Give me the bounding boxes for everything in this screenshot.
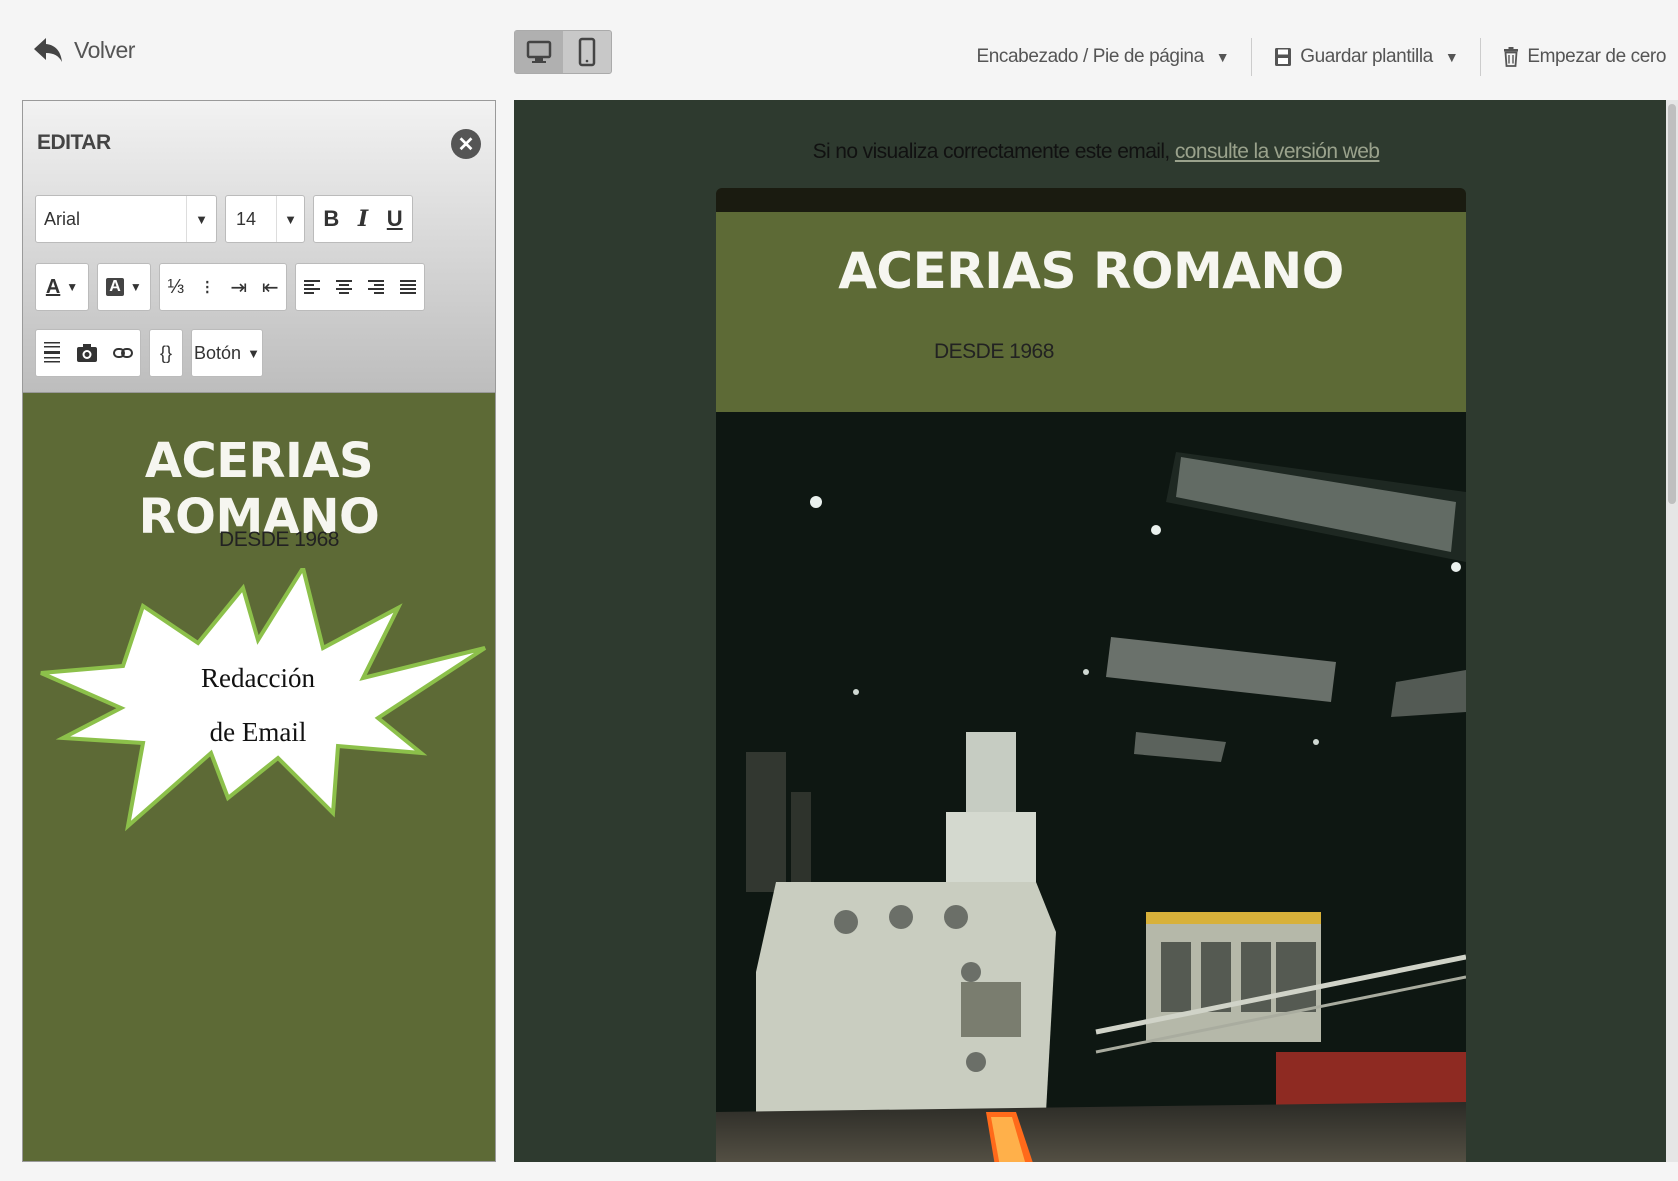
text-color-button[interactable]: A ▼	[35, 263, 89, 311]
chevron-down-icon: ▼	[186, 196, 216, 242]
alignment-group	[295, 263, 425, 311]
merge-tags-button[interactable]: {}	[149, 329, 183, 377]
close-icon: ✕	[457, 133, 475, 156]
braces-icon: {}	[159, 342, 173, 363]
outdent-icon[interactable]: ⇤	[255, 275, 285, 300]
start-over-button[interactable]: Empezar de cero	[1481, 46, 1678, 68]
align-right-icon[interactable]	[366, 277, 386, 297]
callout-line-1: Redacción	[201, 663, 315, 693]
insert-group	[35, 329, 141, 377]
web-version-note: Si no visualiza correctamente este email…	[514, 140, 1678, 164]
back-button[interactable]: Volver	[32, 34, 135, 66]
save-template-dropdown[interactable]: Guardar plantilla ▼	[1252, 46, 1480, 68]
button-dropdown-label: Botón	[194, 342, 242, 363]
device-toggle	[514, 30, 612, 74]
indent-icon[interactable]: ⇥	[224, 275, 254, 300]
email-header-block[interactable]: ACERIAS ROMANO DESDE 1968	[716, 212, 1466, 412]
chevron-down-icon: ▼	[276, 196, 304, 242]
background-color-button[interactable]: A ▼	[97, 263, 151, 311]
header-footer-label: Encabezado / Pie de página	[976, 46, 1204, 67]
back-arrow-icon	[34, 38, 62, 62]
email-preview-area: Si no visualiza correctamente este email…	[514, 100, 1678, 1162]
desktop-view-button[interactable]	[515, 31, 563, 73]
font-size-select[interactable]: 14 ▼	[225, 195, 305, 243]
font-family-select[interactable]: Arial ▼	[35, 195, 217, 243]
chevron-down-icon: ▼	[129, 280, 142, 294]
mobile-icon	[578, 37, 596, 67]
save-template-label: Guardar plantilla	[1300, 46, 1433, 67]
font-size-value: 14	[236, 208, 257, 229]
editor-canvas[interactable]: ACERIAS ROMANO DESDE 1968 Redacción de E…	[23, 393, 495, 1161]
close-editor-button[interactable]: ✕	[451, 129, 481, 159]
text-color-icon: A	[45, 275, 61, 298]
editor-toolbar: EDITAR ✕ Arial ▼ 14 ▼ B I U A ▼ A ▼ ⅓ ⁝	[23, 101, 495, 393]
web-version-link[interactable]: consulte la versión web	[1175, 140, 1380, 163]
unordered-list-icon[interactable]: ⁝	[192, 275, 222, 300]
web-version-prefix: Si no visualiza correctamente este email…	[812, 140, 1171, 163]
list-indent-group: ⅓ ⁝ ⇥ ⇤	[159, 263, 287, 311]
chevron-down-icon: ▼	[1215, 49, 1230, 65]
align-center-icon[interactable]	[334, 277, 354, 297]
editor-title: EDITAR	[37, 131, 111, 154]
mobile-view-button[interactable]	[563, 31, 611, 73]
back-label: Volver	[74, 36, 135, 63]
camera-icon[interactable]	[76, 343, 98, 363]
trash-icon	[1504, 47, 1519, 67]
link-icon[interactable]	[112, 346, 133, 360]
steel-mill-photo[interactable]	[716, 412, 1466, 1162]
editor-panel: EDITAR ✕ Arial ▼ 14 ▼ B I U A ▼ A ▼ ⅓ ⁝	[22, 100, 496, 1162]
callout-line-2: de Email	[209, 717, 307, 747]
editor-since-text[interactable]: DESDE 1968	[23, 528, 495, 552]
chevron-down-icon: ▼	[1444, 49, 1459, 65]
scrollbar-thumb[interactable]	[1668, 104, 1676, 504]
underline-button[interactable]: U	[387, 206, 403, 232]
ordered-list-icon[interactable]: ⅓	[161, 276, 191, 299]
callout-text: Redacción de Email	[173, 651, 343, 759]
button-dropdown[interactable]: Botón ▼	[191, 329, 263, 377]
start-over-label: Empezar de cero	[1527, 46, 1666, 67]
email-body[interactable]: ACERIAS ROMANO DESDE 1968	[716, 188, 1466, 1162]
bold-button[interactable]: B	[323, 206, 339, 232]
align-justify-icon[interactable]	[398, 277, 418, 297]
floppy-disk-icon	[1275, 48, 1292, 66]
header-footer-dropdown[interactable]: Encabezado / Pie de página ▼	[954, 46, 1251, 68]
top-actions: Encabezado / Pie de página ▼ Guardar pla…	[954, 38, 1678, 76]
chevron-down-icon: ▼	[247, 345, 260, 361]
align-left-icon[interactable]	[302, 277, 322, 297]
preview-scrollbar[interactable]	[1666, 100, 1678, 1162]
background-color-icon: A	[106, 278, 124, 296]
chevron-down-icon: ▼	[66, 280, 79, 294]
text-style-group: B I U	[313, 195, 413, 243]
top-bar: Volver Encabezado / Pie de página ▼ Guar…	[0, 0, 1678, 100]
horizontal-rule-icon[interactable]	[43, 340, 61, 366]
email-since-text: DESDE 1968	[934, 340, 1054, 363]
font-family-value: Arial	[44, 208, 81, 229]
email-brand-heading: ACERIAS ROMANO	[838, 242, 1344, 300]
italic-button[interactable]: I	[358, 206, 368, 232]
desktop-icon	[526, 40, 552, 63]
